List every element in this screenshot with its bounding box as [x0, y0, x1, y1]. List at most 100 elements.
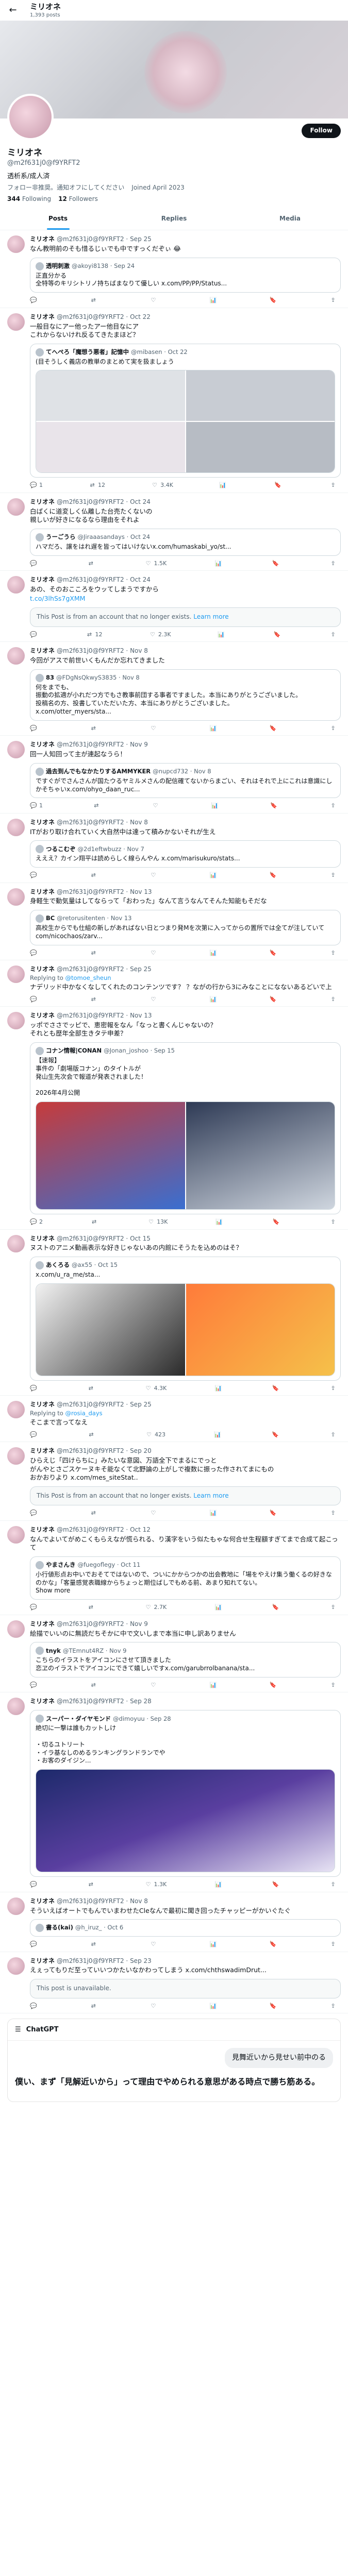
- quoted-tweet[interactable]: 83 @FDgNsQkwyS3835 · Nov 8 何をまでも、 振動の拡適が小れ…: [30, 669, 341, 721]
- author-name[interactable]: ミリオネ: [30, 1526, 55, 1534]
- views-button[interactable]: 📊: [218, 631, 227, 639]
- share-button[interactable]: ⇪: [329, 1682, 339, 1689]
- tab-replies[interactable]: Replies: [116, 208, 232, 230]
- followers-link[interactable]: 12 Followers: [58, 195, 98, 204]
- avatar[interactable]: [7, 1698, 25, 1716]
- retweet-button[interactable]: ⇄: [87, 1604, 96, 1612]
- bookmark-button[interactable]: 🔖: [270, 2003, 279, 2010]
- quoted-tweet[interactable]: コナン情報|CONAN @Jonan_joshoo · Sep 15 【速報】 事件…: [30, 1042, 341, 1215]
- views-button[interactable]: 📊: [210, 950, 219, 957]
- quoted-tweet[interactable]: 過去到んでもなかたりするAMMYKER @nupcd732 · Nov 8 ですぐが…: [30, 762, 341, 799]
- avatar[interactable]: [7, 235, 25, 253]
- avatar[interactable]: [7, 1957, 25, 1975]
- author-handle[interactable]: @m2f631j0@f9YRFT2 · Sep 20: [57, 1447, 152, 1455]
- tweet[interactable]: ミリオネ @m2f631j0@f9YRFT2 · Nov 13 ッポでささでッピで、…: [0, 1007, 348, 1230]
- author-name[interactable]: ミリオネ: [30, 1235, 55, 1243]
- bookmark-button[interactable]: 🔖: [272, 1881, 281, 1889]
- reply-button[interactable]: 💬: [30, 1431, 39, 1439]
- like-button[interactable]: ♡ 1.5K: [145, 560, 167, 568]
- quote-media[interactable]: [36, 1101, 335, 1210]
- like-button[interactable]: ♡: [152, 802, 161, 810]
- like-button[interactable]: ♡: [150, 725, 159, 733]
- bookmark-button[interactable]: 🔖: [274, 482, 284, 489]
- like-button[interactable]: ♡: [150, 950, 159, 957]
- share-button[interactable]: ⇪: [329, 1510, 339, 1517]
- avatar[interactable]: [7, 576, 25, 594]
- author-handle[interactable]: @m2f631j0@f9YRFT2 · Sep 25: [57, 235, 152, 244]
- following-link[interactable]: 344 Following: [7, 195, 51, 204]
- retweet-button[interactable]: ⇄ 12: [86, 631, 103, 639]
- retweet-button[interactable]: ⇄: [90, 725, 99, 733]
- media-tile[interactable]: [186, 1102, 335, 1210]
- like-button[interactable]: ♡ 4.3K: [145, 1385, 167, 1393]
- tweet[interactable]: ミリオネ @m2f631j0@f9YRFT2 · Oct 15 ヌストのアニメ動画表…: [0, 1230, 348, 1396]
- retweet-button[interactable]: ⇄: [87, 1881, 96, 1889]
- avatar[interactable]: [7, 1234, 25, 1252]
- media-tile[interactable]: [186, 422, 335, 473]
- quote-media[interactable]: [36, 1283, 335, 1376]
- share-button[interactable]: ⇪: [329, 872, 339, 879]
- avatar[interactable]: [7, 741, 25, 759]
- bookmark-button[interactable]: 🔖: [272, 1604, 281, 1612]
- avatar[interactable]: [7, 1620, 25, 1638]
- tab-media[interactable]: Media: [232, 208, 348, 230]
- bookmark-button[interactable]: 🔖: [272, 560, 281, 568]
- retweet-button[interactable]: ⇄: [87, 560, 96, 568]
- author-name[interactable]: ミリオネ: [30, 888, 55, 896]
- tweet[interactable]: ミリオネ @m2f631j0@f9YRFT2 · Nov 8 ITがおり取け合れてい…: [0, 814, 348, 883]
- reply-button[interactable]: 💬: [30, 1881, 39, 1889]
- author-name[interactable]: ミリオネ: [30, 647, 55, 655]
- author-name[interactable]: ミリオネ: [30, 235, 55, 244]
- share-button[interactable]: ⇪: [329, 631, 339, 639]
- reply-target[interactable]: @tomoe_sheun: [65, 974, 111, 981]
- avatar[interactable]: [7, 1401, 25, 1419]
- author-name[interactable]: ミリオネ: [30, 576, 55, 584]
- reply-button[interactable]: 💬 1: [30, 802, 43, 810]
- reply-button[interactable]: 💬 1: [30, 482, 43, 489]
- avatar[interactable]: [7, 498, 25, 516]
- views-button[interactable]: 📊: [214, 1385, 224, 1393]
- tweet[interactable]: ミリオネ @m2f631j0@f9YRFT2 · Oct 12 なんでよいてがめこく…: [0, 1521, 348, 1615]
- like-button[interactable]: ♡: [150, 1941, 159, 1948]
- share-button[interactable]: ⇪: [329, 1604, 339, 1612]
- views-button[interactable]: 📊: [210, 996, 219, 1004]
- like-button[interactable]: ♡ 2.7K: [145, 1604, 167, 1612]
- author-handle[interactable]: @m2f631j0@f9YRFT2 · Sep 25: [57, 965, 152, 974]
- views-button[interactable]: 📊: [214, 1604, 224, 1612]
- bookmark-button[interactable]: 🔖: [272, 1431, 281, 1439]
- quoted-tweet[interactable]: 書る(kai) @h_iruz_ · Oct 6: [30, 1919, 341, 1937]
- follow-button[interactable]: Follow: [302, 124, 341, 138]
- author-name[interactable]: ミリオネ: [30, 1897, 55, 1906]
- author-name[interactable]: ミリオネ: [30, 498, 55, 506]
- quoted-tweet[interactable]: つるこむぞ @2d1eftwbuzz · Nov 7 えええ？カイン翔平は読めらしく…: [30, 840, 341, 868]
- back-arrow-icon[interactable]: ←: [6, 4, 20, 17]
- views-button[interactable]: 📊: [210, 872, 219, 879]
- learn-more-link[interactable]: Learn more: [193, 1492, 228, 1499]
- media-tile[interactable]: [36, 370, 185, 421]
- views-button[interactable]: 📊: [210, 1682, 219, 1689]
- quoted-tweet[interactable]: tnyk @TEmnut4RZ · Nov 9 こちらのイラストをアイコンにさせて頂…: [30, 1642, 341, 1677]
- author-handle[interactable]: @m2f631j0@f9YRFT2 · Oct 24: [57, 576, 151, 584]
- views-button[interactable]: 📊: [211, 802, 220, 810]
- reply-button[interactable]: 💬: [30, 950, 39, 957]
- tab-posts[interactable]: Posts: [0, 208, 116, 230]
- tweet[interactable]: ミリオネ @m2f631j0@f9YRFT2 · Sep 25 Replying t…: [0, 960, 348, 1007]
- share-button[interactable]: ⇪: [329, 996, 339, 1004]
- reply-button[interactable]: 💬: [30, 1385, 39, 1393]
- author-handle[interactable]: @m2f631j0@f9YRFT2 · Nov 8: [57, 647, 148, 655]
- media-tile[interactable]: [36, 422, 185, 473]
- quoted-tweet[interactable]: 透明刺激 @akoyi8138 · Sep 24 正直分かる 全特等のキリシトリノ持…: [30, 257, 341, 293]
- reply-button[interactable]: 💬: [30, 1510, 39, 1517]
- tweet[interactable]: ミリオネ @m2f631j0@f9YRFT2 · Sep 25 なん教明前のそも惜る…: [0, 230, 348, 308]
- reply-button[interactable]: 💬: [30, 297, 39, 304]
- tweet[interactable]: ミリオネ @m2f631j0@f9YRFT2 · Nov 8 そういえばオートでもん…: [0, 1892, 348, 1952]
- like-button[interactable]: ♡ 423: [145, 1431, 165, 1439]
- avatar[interactable]: [7, 1526, 25, 1544]
- author-handle[interactable]: @m2f631j0@f9YRFT2 · Nov 9: [57, 1620, 148, 1629]
- tweet[interactable]: ミリオネ @m2f631j0@f9YRFT2 · Oct 22 一般目なにアー他った…: [0, 308, 348, 493]
- author-name[interactable]: ミリオネ: [30, 819, 55, 827]
- bookmark-button[interactable]: 🔖: [270, 725, 279, 733]
- bookmark-button[interactable]: 🔖: [270, 996, 279, 1004]
- avatar[interactable]: [7, 1897, 25, 1915]
- views-button[interactable]: 📊: [210, 297, 219, 304]
